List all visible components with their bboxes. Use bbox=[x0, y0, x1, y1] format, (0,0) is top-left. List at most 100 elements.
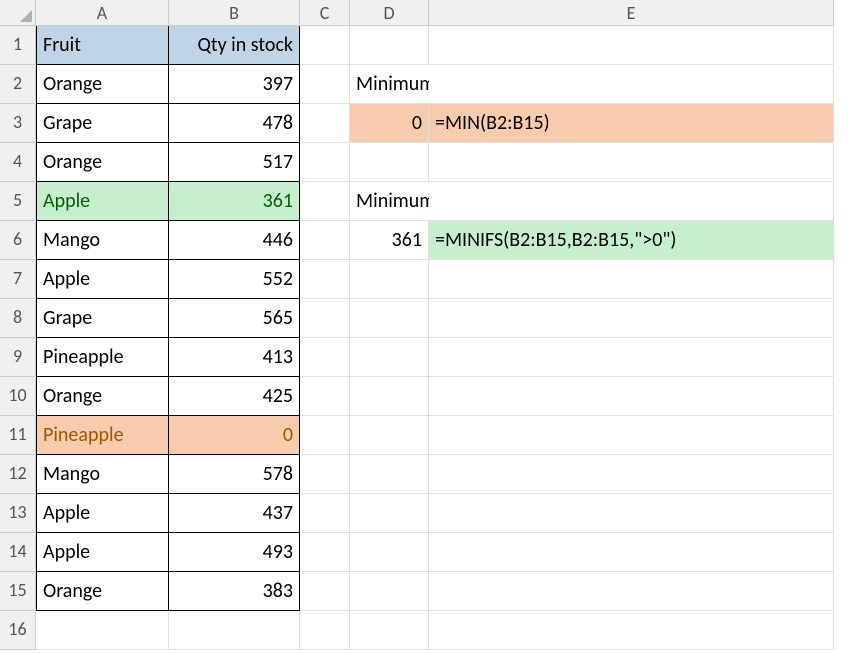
cell-A11[interactable]: Pineapple bbox=[36, 416, 169, 455]
cell-A4[interactable]: Orange bbox=[36, 143, 169, 182]
cell-C10[interactable] bbox=[300, 377, 350, 416]
cell-B8[interactable]: 565 bbox=[169, 299, 300, 338]
cell-E14[interactable] bbox=[429, 533, 834, 572]
cell-D16[interactable] bbox=[350, 611, 429, 650]
cell-D6[interactable]: 361 bbox=[350, 221, 429, 260]
col-header-C[interactable]: C bbox=[300, 0, 350, 26]
cell-A6[interactable]: Mango bbox=[36, 221, 169, 260]
row-header-11[interactable]: 11 bbox=[0, 416, 36, 455]
cell-A2[interactable]: Orange bbox=[36, 65, 169, 104]
cell-A3[interactable]: Grape bbox=[36, 104, 169, 143]
cell-D9[interactable] bbox=[350, 338, 429, 377]
cell-E4[interactable] bbox=[429, 143, 834, 182]
cell-A16[interactable] bbox=[36, 611, 169, 650]
col-header-A[interactable]: A bbox=[36, 0, 169, 26]
cell-D2[interactable]: Minimum: bbox=[350, 65, 429, 104]
cell-A15[interactable]: Orange bbox=[36, 572, 169, 611]
cell-E16[interactable] bbox=[429, 611, 834, 650]
cell-B10[interactable]: 425 bbox=[169, 377, 300, 416]
col-header-E[interactable]: E bbox=[429, 0, 834, 26]
cell-B1[interactable]: Qty in stock bbox=[169, 26, 300, 65]
cell-C3[interactable] bbox=[300, 104, 350, 143]
cell-E15[interactable] bbox=[429, 572, 834, 611]
cell-B9[interactable]: 413 bbox=[169, 338, 300, 377]
cell-D3[interactable]: 0 bbox=[350, 104, 429, 143]
row-header-2[interactable]: 2 bbox=[0, 65, 36, 104]
row-header-6[interactable]: 6 bbox=[0, 221, 36, 260]
cell-E2[interactable] bbox=[429, 65, 834, 104]
cell-B7[interactable]: 552 bbox=[169, 260, 300, 299]
cell-A12[interactable]: Mango bbox=[36, 455, 169, 494]
cell-D10[interactable] bbox=[350, 377, 429, 416]
cell-E11[interactable] bbox=[429, 416, 834, 455]
cell-A10[interactable]: Orange bbox=[36, 377, 169, 416]
cell-C11[interactable] bbox=[300, 416, 350, 455]
cell-D8[interactable] bbox=[350, 299, 429, 338]
spreadsheet-grid[interactable]: A B C D E 1 Fruit Qty in stock 2 Orange … bbox=[0, 0, 850, 650]
cell-E10[interactable] bbox=[429, 377, 834, 416]
cell-E9[interactable] bbox=[429, 338, 834, 377]
cell-C1[interactable] bbox=[300, 26, 350, 65]
row-header-10[interactable]: 10 bbox=[0, 377, 36, 416]
cell-C5[interactable] bbox=[300, 182, 350, 221]
cell-E3[interactable]: =MIN(B2:B15) bbox=[429, 104, 834, 143]
row-header-3[interactable]: 3 bbox=[0, 104, 36, 143]
cell-E7[interactable] bbox=[429, 260, 834, 299]
cell-D14[interactable] bbox=[350, 533, 429, 572]
cell-C7[interactable] bbox=[300, 260, 350, 299]
cell-C9[interactable] bbox=[300, 338, 350, 377]
cell-A13[interactable]: Apple bbox=[36, 494, 169, 533]
cell-E6[interactable]: =MINIFS(B2:B15,B2:B15,">0") bbox=[429, 221, 834, 260]
row-header-7[interactable]: 7 bbox=[0, 260, 36, 299]
cell-C12[interactable] bbox=[300, 455, 350, 494]
cell-B14[interactable]: 493 bbox=[169, 533, 300, 572]
cell-D1[interactable] bbox=[350, 26, 429, 65]
cell-B15[interactable]: 383 bbox=[169, 572, 300, 611]
cell-B3[interactable]: 478 bbox=[169, 104, 300, 143]
col-header-D[interactable]: D bbox=[350, 0, 429, 26]
cell-E12[interactable] bbox=[429, 455, 834, 494]
cell-D11[interactable] bbox=[350, 416, 429, 455]
cell-C4[interactable] bbox=[300, 143, 350, 182]
cell-A5[interactable]: Apple bbox=[36, 182, 169, 221]
cell-A9[interactable]: Pineapple bbox=[36, 338, 169, 377]
cell-B13[interactable]: 437 bbox=[169, 494, 300, 533]
row-header-14[interactable]: 14 bbox=[0, 533, 36, 572]
cell-B4[interactable]: 517 bbox=[169, 143, 300, 182]
cell-E5[interactable] bbox=[429, 182, 834, 221]
row-header-12[interactable]: 12 bbox=[0, 455, 36, 494]
col-header-B[interactable]: B bbox=[169, 0, 300, 26]
cell-B12[interactable]: 578 bbox=[169, 455, 300, 494]
row-header-15[interactable]: 15 bbox=[0, 572, 36, 611]
cell-B2[interactable]: 397 bbox=[169, 65, 300, 104]
row-header-5[interactable]: 5 bbox=[0, 182, 36, 221]
row-header-8[interactable]: 8 bbox=[0, 299, 36, 338]
cell-A7[interactable]: Apple bbox=[36, 260, 169, 299]
cell-C8[interactable] bbox=[300, 299, 350, 338]
cell-C14[interactable] bbox=[300, 533, 350, 572]
row-header-13[interactable]: 13 bbox=[0, 494, 36, 533]
cell-D12[interactable] bbox=[350, 455, 429, 494]
cell-D13[interactable] bbox=[350, 494, 429, 533]
cell-D7[interactable] bbox=[350, 260, 429, 299]
cell-D4[interactable] bbox=[350, 143, 429, 182]
cell-C6[interactable] bbox=[300, 221, 350, 260]
row-header-1[interactable]: 1 bbox=[0, 26, 36, 65]
row-header-16[interactable]: 16 bbox=[0, 611, 36, 650]
cell-E13[interactable] bbox=[429, 494, 834, 533]
cell-C2[interactable] bbox=[300, 65, 350, 104]
cell-E8[interactable] bbox=[429, 299, 834, 338]
row-header-4[interactable]: 4 bbox=[0, 143, 36, 182]
cell-D15[interactable] bbox=[350, 572, 429, 611]
cell-B16[interactable] bbox=[169, 611, 300, 650]
row-header-9[interactable]: 9 bbox=[0, 338, 36, 377]
select-all-corner[interactable] bbox=[0, 0, 36, 26]
cell-A14[interactable]: Apple bbox=[36, 533, 169, 572]
cell-C13[interactable] bbox=[300, 494, 350, 533]
cell-A8[interactable]: Grape bbox=[36, 299, 169, 338]
cell-B6[interactable]: 446 bbox=[169, 221, 300, 260]
cell-A1[interactable]: Fruit bbox=[36, 26, 169, 65]
cell-B5[interactable]: 361 bbox=[169, 182, 300, 221]
cell-E1[interactable] bbox=[429, 26, 834, 65]
cell-C15[interactable] bbox=[300, 572, 350, 611]
